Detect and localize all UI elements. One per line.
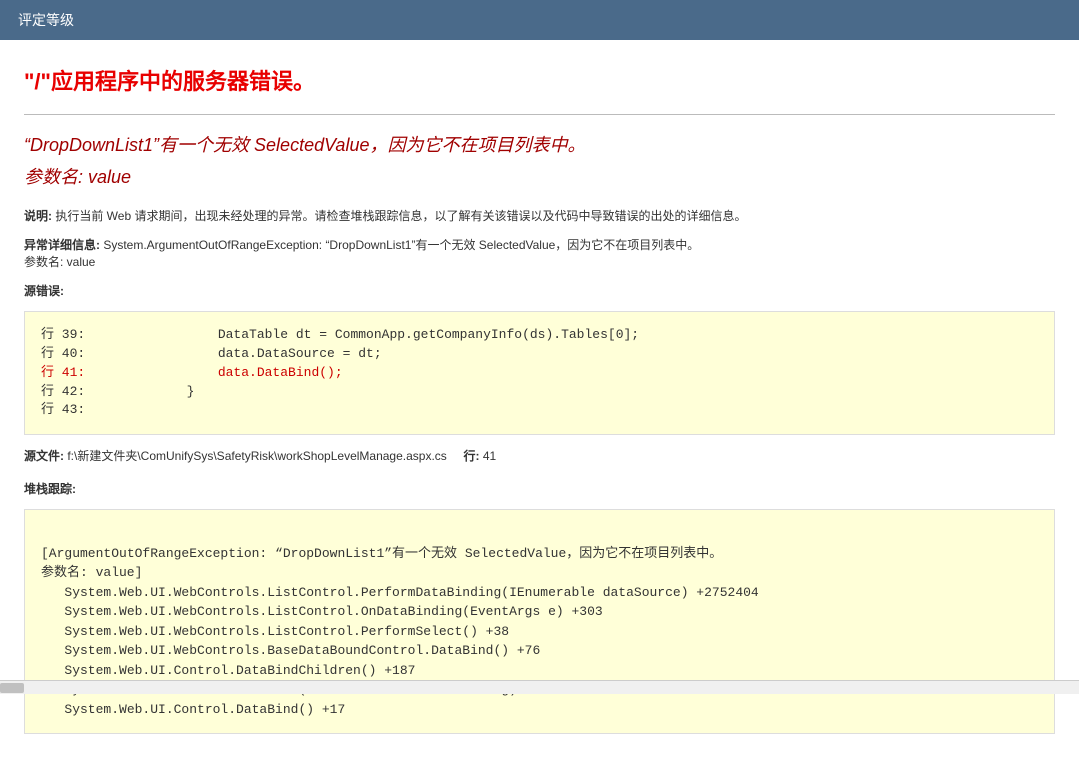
exception-message-line2: 参数名: value: [24, 163, 1055, 189]
exception-section: 异常详细信息: System.ArgumentOutOfRangeExcepti…: [24, 236, 1055, 270]
divider: [24, 114, 1055, 115]
topbar: 评定等级: [0, 0, 1079, 40]
exception-text: System.ArgumentOutOfRangeException: “Dro…: [100, 238, 699, 252]
exception-message-line1: “DropDownList1”有一个无效 SelectedValue，因为它不在…: [24, 131, 1055, 157]
source-error-section: 源错误:: [24, 282, 1055, 299]
exception-param: 参数名: value: [24, 255, 95, 269]
description-section: 说明: 执行当前 Web 请求期间，出现未经处理的异常。请检查堆栈跟踪信息，以了…: [24, 207, 1055, 224]
code-line-40: 行 40: data.DataSource = dt;: [41, 346, 382, 361]
code-line-41-error: 行 41: data.DataBind();: [41, 365, 343, 380]
source-error-label: 源错误:: [24, 284, 64, 298]
error-page: "/"应用程序中的服务器错误。 “DropDownList1”有一个无效 Sel…: [0, 40, 1079, 766]
code-line-43: 行 43:: [41, 402, 93, 417]
line-number: 41: [479, 449, 496, 463]
line-label: 行:: [463, 449, 479, 463]
stack-trace-section: 堆栈跟踪:: [24, 480, 1055, 497]
app-error-title: "/"应用程序中的服务器错误。: [24, 64, 1055, 96]
topbar-title: 评定等级: [18, 12, 74, 28]
source-code-box: 行 39: DataTable dt = CommonApp.getCompan…: [24, 311, 1055, 435]
code-line-39: 行 39: DataTable dt = CommonApp.getCompan…: [41, 327, 639, 342]
source-file-label: 源文件:: [24, 449, 64, 463]
source-file-path: f:\新建文件夹\ComUnifySys\SafetyRisk\workShop…: [64, 449, 447, 463]
code-line-42: 行 42: }: [41, 384, 194, 399]
source-file-section: 源文件: f:\新建文件夹\ComUnifySys\SafetyRisk\wor…: [24, 447, 1055, 464]
stack-trace-box: [ArgumentOutOfRangeException: “DropDownL…: [24, 509, 1055, 734]
description-label: 说明:: [24, 209, 52, 223]
stack-trace-label: 堆栈跟踪:: [24, 482, 76, 496]
description-text: 执行当前 Web 请求期间，出现未经处理的异常。请检查堆栈跟踪信息，以了解有关该…: [52, 209, 746, 223]
horizontal-scrollbar[interactable]: [0, 680, 1079, 694]
exception-label: 异常详细信息:: [24, 238, 100, 252]
